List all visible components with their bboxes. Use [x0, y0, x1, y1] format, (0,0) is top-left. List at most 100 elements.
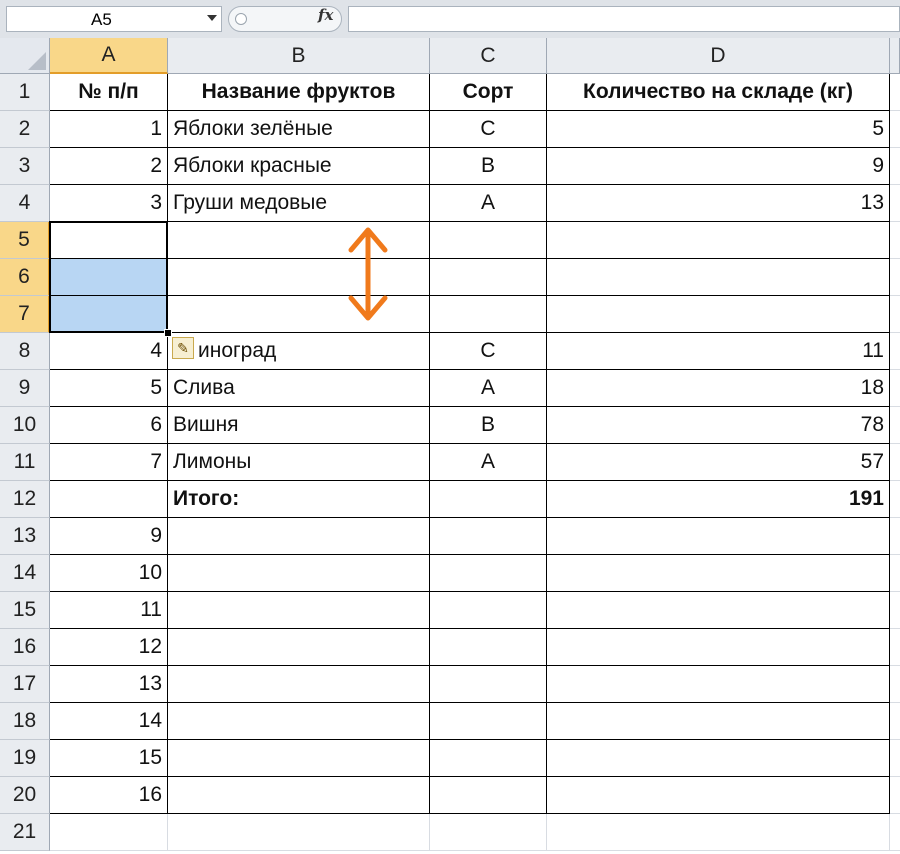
cell-a5[interactable]: [50, 222, 168, 259]
cell-d11[interactable]: 57: [547, 444, 890, 481]
row-header-19[interactable]: 19: [0, 740, 50, 777]
cell-c18[interactable]: [430, 703, 547, 740]
cell-c13[interactable]: [430, 518, 547, 555]
cell-b13[interactable]: [168, 518, 430, 555]
cell-b16[interactable]: [168, 629, 430, 666]
cell-c6[interactable]: [430, 259, 547, 296]
cell-e3[interactable]: [890, 148, 900, 185]
cell-e6[interactable]: [890, 259, 900, 296]
name-box[interactable]: A5: [6, 6, 222, 32]
cell-a11[interactable]: 7: [50, 444, 168, 481]
cell-b10[interactable]: Вишня: [168, 407, 430, 444]
cell-c20[interactable]: [430, 777, 547, 814]
cell-b2[interactable]: Яблоки зелёные: [168, 111, 430, 148]
fill-handle[interactable]: [164, 329, 172, 337]
cell-c11[interactable]: А: [430, 444, 547, 481]
cell-d8[interactable]: 11: [547, 333, 890, 370]
cell-c16[interactable]: [430, 629, 547, 666]
cell-e9[interactable]: [890, 370, 900, 407]
row-header-10[interactable]: 10: [0, 407, 50, 444]
cell-d20[interactable]: [547, 777, 890, 814]
cell-e17[interactable]: [890, 666, 900, 703]
cell-d5[interactable]: [547, 222, 890, 259]
cell-e7[interactable]: [890, 296, 900, 333]
row-header-9[interactable]: 9: [0, 370, 50, 407]
cell-d14[interactable]: [547, 555, 890, 592]
cell-a9[interactable]: 5: [50, 370, 168, 407]
insert-function-icon[interactable]: fx: [318, 6, 333, 24]
select-all-corner[interactable]: [0, 38, 50, 74]
cell-a8[interactable]: 4: [50, 333, 168, 370]
cell-e20[interactable]: [890, 777, 900, 814]
cell-c17[interactable]: [430, 666, 547, 703]
cell-b11[interactable]: Лимоны: [168, 444, 430, 481]
cell-e13[interactable]: [890, 518, 900, 555]
cell-d17[interactable]: [547, 666, 890, 703]
cell-b14[interactable]: [168, 555, 430, 592]
column-header-a[interactable]: A: [50, 38, 168, 74]
cell-e18[interactable]: [890, 703, 900, 740]
cell-b19[interactable]: [168, 740, 430, 777]
cell-e4[interactable]: [890, 185, 900, 222]
cell-b3[interactable]: Яблоки красные: [168, 148, 430, 185]
cell-c4[interactable]: А: [430, 185, 547, 222]
row-header-18[interactable]: 18: [0, 703, 50, 740]
cell-b9[interactable]: Слива: [168, 370, 430, 407]
cell-d10[interactable]: 78: [547, 407, 890, 444]
cell-c7[interactable]: [430, 296, 547, 333]
cell-d2[interactable]: 5: [547, 111, 890, 148]
cell-d13[interactable]: [547, 518, 890, 555]
cell-e1[interactable]: [890, 74, 900, 111]
column-header-c[interactable]: C: [430, 38, 547, 74]
row-header-14[interactable]: 14: [0, 555, 50, 592]
cell-b12[interactable]: Итого:: [168, 481, 430, 518]
cell-c10[interactable]: В: [430, 407, 547, 444]
cell-d21[interactable]: [547, 814, 890, 851]
cell-e5[interactable]: [890, 222, 900, 259]
row-header-13[interactable]: 13: [0, 518, 50, 555]
cell-b1[interactable]: Название фруктов: [168, 74, 430, 111]
cell-a2[interactable]: 1: [50, 111, 168, 148]
cell-b21[interactable]: [168, 814, 430, 851]
cell-c12[interactable]: [430, 481, 547, 518]
column-header-b[interactable]: B: [168, 38, 430, 74]
cell-e8[interactable]: [890, 333, 900, 370]
cell-a15[interactable]: 11: [50, 592, 168, 629]
cell-e14[interactable]: [890, 555, 900, 592]
cell-a20[interactable]: 16: [50, 777, 168, 814]
cell-c1[interactable]: Сорт: [430, 74, 547, 111]
cell-a21[interactable]: [50, 814, 168, 851]
row-header-4[interactable]: 4: [0, 185, 50, 222]
row-header-20[interactable]: 20: [0, 777, 50, 814]
cell-d16[interactable]: [547, 629, 890, 666]
cell-a7[interactable]: [50, 296, 168, 333]
cell-a10[interactable]: 6: [50, 407, 168, 444]
row-header-7[interactable]: 7: [0, 296, 50, 333]
cell-a1[interactable]: № п/п: [50, 74, 168, 111]
row-header-2[interactable]: 2: [0, 111, 50, 148]
cell-d3[interactable]: 9: [547, 148, 890, 185]
cell-e15[interactable]: [890, 592, 900, 629]
cell-b8[interactable]: иноград: [168, 333, 430, 370]
cell-c8[interactable]: С: [430, 333, 547, 370]
cell-d19[interactable]: [547, 740, 890, 777]
row-header-3[interactable]: 3: [0, 148, 50, 185]
row-header-15[interactable]: 15: [0, 592, 50, 629]
cell-c2[interactable]: С: [430, 111, 547, 148]
cell-e19[interactable]: [890, 740, 900, 777]
row-header-5[interactable]: 5: [0, 222, 50, 259]
cell-a14[interactable]: 10: [50, 555, 168, 592]
paste-brush-icon[interactable]: ✎: [172, 337, 194, 359]
row-header-1[interactable]: 1: [0, 74, 50, 111]
cell-c19[interactable]: [430, 740, 547, 777]
cell-d9[interactable]: 18: [547, 370, 890, 407]
cell-a19[interactable]: 15: [50, 740, 168, 777]
cell-c9[interactable]: А: [430, 370, 547, 407]
cell-c14[interactable]: [430, 555, 547, 592]
cell-e16[interactable]: [890, 629, 900, 666]
cell-a4[interactable]: 3: [50, 185, 168, 222]
row-header-21[interactable]: 21: [0, 814, 50, 851]
row-header-6[interactable]: 6: [0, 259, 50, 296]
cell-e2[interactable]: [890, 111, 900, 148]
cell-c3[interactable]: В: [430, 148, 547, 185]
